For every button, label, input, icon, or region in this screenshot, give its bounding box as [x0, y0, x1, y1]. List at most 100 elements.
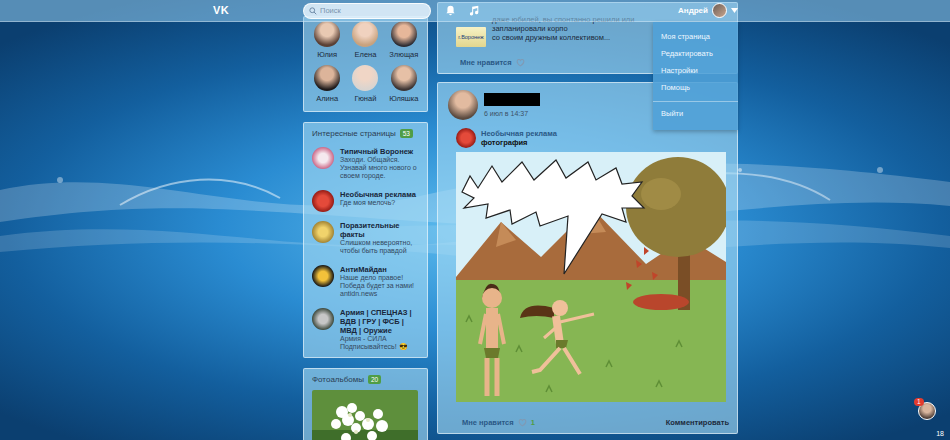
friend-avatar[interactable] [391, 65, 417, 91]
page-item[interactable]: Поразительные фактыСлишком невероятно, ч… [304, 217, 427, 261]
post-text-line: со своим дружным коллективом... [492, 33, 662, 42]
friend-item[interactable]: Злющая [385, 21, 423, 59]
menu-item[interactable]: Редактировать [653, 45, 738, 62]
post-footer: Мне нравится 1 Комментировать [448, 402, 729, 433]
menu-item[interactable]: Настройки [653, 62, 738, 79]
top-bar: VK Андрей [0, 0, 950, 22]
friend-name[interactable]: Злющая [389, 50, 418, 59]
friend-name[interactable]: Елена [355, 50, 377, 59]
album-photo[interactable] [304, 388, 427, 440]
page-status: Наше дело правое! Победа будет за нами! … [340, 274, 421, 299]
author-avatar[interactable] [448, 90, 478, 120]
post-meta: 6 июл в 14:37 [484, 90, 540, 118]
page-avatar[interactable] [312, 190, 334, 212]
repost-avatar[interactable] [456, 128, 476, 148]
friend-avatar[interactable] [391, 21, 417, 47]
search-input[interactable] [320, 6, 425, 15]
heart-icon [518, 418, 527, 427]
page-item[interactable]: Типичный ВоронежЗаходи. Общайся. Узнавай… [304, 143, 427, 186]
repost-meta: Необычная рекламафотография [481, 129, 557, 147]
friend-avatar[interactable] [314, 21, 340, 47]
search-box[interactable] [303, 3, 431, 19]
page-text: АнтиМайданНаше дело правое! Победа будет… [340, 265, 421, 299]
post-tag[interactable]: г.Воронеж [456, 27, 486, 47]
albums-card: Фотоальбомы 20 [303, 368, 428, 440]
page-text: Армия | СПЕЦНАЗ | ВДВ | ГРУ | ФСБ | МВД … [340, 308, 421, 352]
friend-avatar[interactable] [352, 65, 378, 91]
repost-type: фотография [481, 138, 557, 147]
page-item[interactable]: Армия | СПЕЦНАЗ | ВДВ | ГРУ | ФСБ | МВД … [304, 304, 427, 357]
pages-count: 53 [400, 129, 413, 138]
friend-item[interactable]: Алина [308, 65, 346, 103]
top-icons [445, 5, 479, 16]
page-status: Заходи. Общайся. Узнавай много нового о … [340, 156, 421, 181]
page-status: Армия - СИЛА Подписывайтесь! 😎 [340, 335, 421, 352]
friends-card: Юлия Елена Злющая Алина Гюнай Юляшка [303, 16, 428, 112]
post-date[interactable]: 6 июл в 14:37 [484, 110, 540, 118]
search-icon [309, 7, 317, 15]
user-name[interactable]: Андрей [678, 6, 708, 16]
comment-button[interactable]: Комментировать [666, 418, 729, 427]
notification-badge: 1 [914, 398, 924, 406]
page-avatar[interactable] [312, 308, 334, 330]
page-name[interactable]: Необычная реклама [340, 190, 416, 199]
like-button[interactable]: Мне нравится 1 [462, 418, 535, 427]
friend-avatar[interactable] [314, 65, 340, 91]
cartoon-picture [456, 152, 726, 402]
music-icon[interactable] [468, 5, 479, 16]
left-column: Юлия Елена Злющая Алина Гюнай Юляшка Интересны… [303, 16, 428, 440]
page-name[interactable]: АнтиМайдан [340, 265, 421, 274]
pages-list: Типичный ВоронежЗаходи. Общайся. Узнавай… [304, 143, 427, 357]
friend-name[interactable]: Гюнай [355, 94, 377, 103]
menu-item[interactable]: Выйти [653, 101, 738, 122]
page-name[interactable]: Поразительные факты [340, 221, 421, 239]
page-item[interactable]: АнтиМайданНаше дело правое! Победа будет… [304, 261, 427, 304]
page-avatar[interactable] [312, 221, 334, 243]
page-name[interactable]: Армия | СПЕЦНАЗ | ВДВ | ГРУ | ФСБ | МВД … [340, 308, 421, 335]
albums-count: 20 [368, 375, 381, 384]
bell-icon[interactable] [445, 5, 456, 16]
pages-title[interactable]: Интересные страницы 53 [304, 123, 427, 143]
page-text: Типичный ВоронежЗаходи. Общайся. Узнавай… [340, 147, 421, 181]
page-avatar[interactable] [312, 265, 334, 287]
redacted-name [484, 93, 540, 106]
post-body: 6 июл в 14:37 Необычная рекламафотография… [438, 83, 737, 433]
friend-item[interactable]: Гюнай [346, 65, 384, 103]
friend-item[interactable]: Юляшка [385, 65, 423, 103]
albums-title[interactable]: Фотоальбомы 20 [304, 369, 427, 389]
friend-name[interactable]: Юляшка [389, 94, 418, 103]
friend-avatar[interactable] [352, 21, 378, 47]
heart-icon [516, 58, 525, 67]
repost-source[interactable]: Необычная реклама [481, 129, 557, 138]
friend-item[interactable]: Юлия [308, 21, 346, 59]
user-menu-toggle[interactable]: Андрей [678, 3, 738, 18]
menu-item[interactable]: Помощь [653, 79, 738, 96]
flowers-photo [312, 390, 419, 440]
page-item[interactable]: Необычная рекламаГде моя мелочь? [304, 186, 427, 217]
page-name[interactable]: Типичный Воронеж [340, 147, 421, 156]
page-avatar[interactable] [312, 147, 334, 169]
like-count: 1 [531, 418, 535, 427]
page-status: Слишком невероятно, чтобы быть правдой [340, 239, 421, 256]
like-label[interactable]: Мне нравится [460, 58, 512, 67]
pages-title-text[interactable]: Интересные страницы [312, 129, 396, 139]
menu-item[interactable]: Моя страница [653, 28, 738, 45]
notification-extra: 18 [936, 430, 944, 438]
albums-title-text[interactable]: Фотоальбомы [312, 375, 364, 385]
user-avatar[interactable] [712, 3, 727, 18]
post-image[interactable] [456, 152, 726, 402]
notification[interactable]: 1 [918, 402, 936, 420]
repost-header: Необычная рекламафотография [456, 128, 729, 148]
friend-name[interactable]: Алина [316, 94, 338, 103]
vk-logo[interactable]: VK [213, 4, 303, 17]
like-button[interactable]: Мне нравится [460, 58, 525, 67]
user-menu: Моя страницаРедактироватьНастройкиПомощь… [653, 22, 738, 130]
page-text: Поразительные фактыСлишком невероятно, ч… [340, 221, 421, 256]
like-label[interactable]: Мне нравится [462, 418, 514, 427]
friend-name[interactable]: Юлия [317, 50, 337, 59]
friend-item[interactable]: Елена [346, 21, 384, 59]
page-text: Необычная рекламаГде моя мелочь? [340, 190, 416, 212]
post-card: 6 июл в 14:37 Необычная рекламафотография… [437, 82, 738, 434]
pages-card: Интересные страницы 53 Типичный ВоронежЗах… [303, 122, 428, 358]
page-status: Где моя мелочь? [340, 199, 416, 207]
